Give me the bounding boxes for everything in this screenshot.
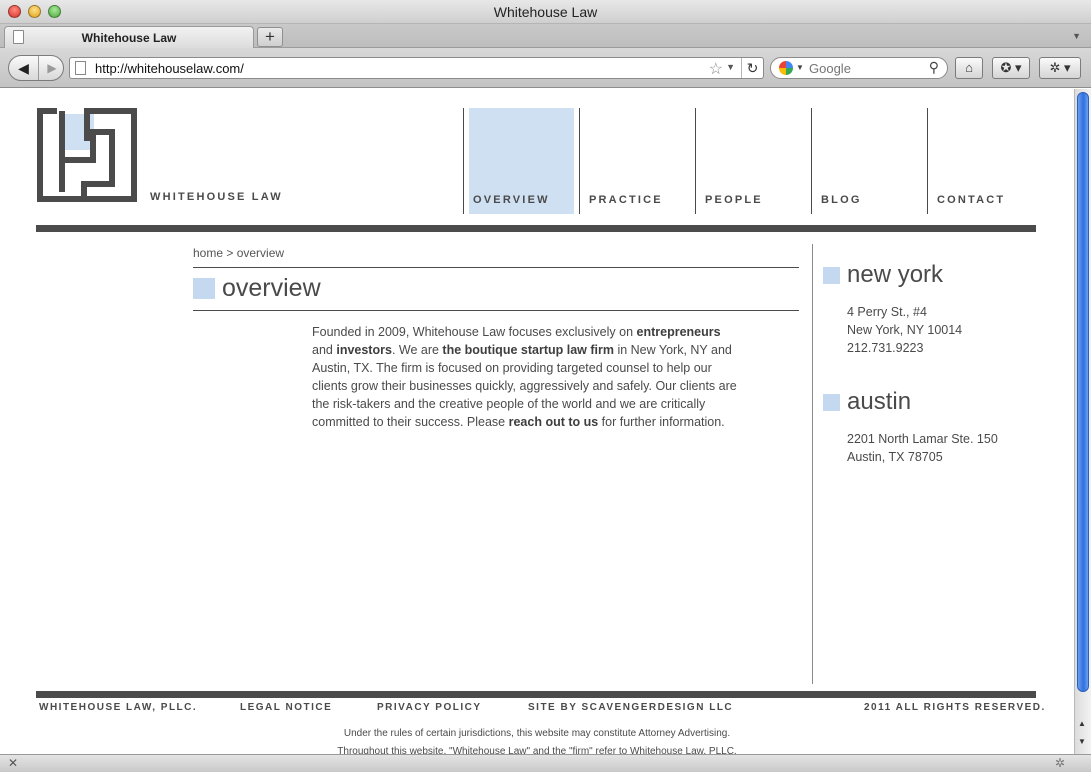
- vertical-scrollbar[interactable]: ▲ ▼: [1074, 89, 1091, 754]
- scroll-down-icon[interactable]: ▼: [1078, 737, 1086, 746]
- navigation-toolbar: ◀ ▶ http://whitehouselaw.com/ ☆ ▼ ↻ ▼ ⚲ …: [0, 48, 1091, 88]
- overview-paragraph: Founded in 2009, Whitehouse Law focuses …: [312, 323, 742, 431]
- page-icon: [75, 61, 86, 75]
- privacy-policy-link[interactable]: PRIVACY POLICY: [377, 702, 482, 713]
- scroll-up-icon[interactable]: ▲: [1078, 719, 1086, 728]
- close-icon[interactable]: ✕: [8, 756, 18, 770]
- breadcrumb[interactable]: home > overview: [193, 246, 284, 260]
- whitehouse-law-logo[interactable]: [37, 108, 137, 202]
- addon-status-icon[interactable]: ✲: [1055, 756, 1065, 770]
- office-square-icon: [823, 394, 840, 411]
- nav-overview[interactable]: OVERVIEW: [463, 108, 579, 214]
- tab-whitehouse-law[interactable]: Whitehouse Law: [4, 26, 254, 48]
- nav-blog[interactable]: BLOG: [811, 108, 927, 214]
- nav-label: PEOPLE: [705, 194, 763, 206]
- search-bar[interactable]: ▼ ⚲: [770, 57, 948, 79]
- search-input[interactable]: [807, 60, 917, 76]
- footer-company: WHITEHOUSE LAW, PLLC.: [39, 702, 198, 713]
- text-bold: investors: [336, 343, 392, 357]
- nav-contact[interactable]: CONTACT: [927, 108, 1037, 214]
- search-icon[interactable]: ⚲: [929, 59, 939, 76]
- nav-people[interactable]: PEOPLE: [695, 108, 811, 214]
- text: for further information.: [598, 415, 725, 429]
- footer-rights: 2011 ALL RIGHTS RESERVED.: [864, 702, 1046, 713]
- google-icon[interactable]: [779, 61, 793, 75]
- forward-icon[interactable]: ▶: [39, 56, 65, 80]
- nav-practice[interactable]: PRACTICE: [579, 108, 695, 214]
- text: . We are: [391, 343, 443, 357]
- reload-icon[interactable]: ↻: [741, 58, 763, 78]
- scrollbar-thumb[interactable]: [1077, 92, 1089, 692]
- office-address: 2201 North Lamar Ste. 150: [847, 432, 998, 446]
- new-tab-button[interactable]: +: [257, 27, 283, 47]
- office-address: 4 Perry St., #4: [847, 305, 927, 319]
- office-city: Austin, TX 78705: [847, 450, 943, 464]
- text-bold: the boutique startup law firm: [442, 343, 614, 357]
- nav-label: BLOG: [821, 194, 862, 206]
- tab-strip: Whitehouse Law + ▼: [0, 24, 1091, 48]
- header-divider: [36, 225, 1036, 232]
- office-square-icon: [823, 267, 840, 284]
- addon-icon[interactable]: ✲ ▾: [1039, 57, 1081, 79]
- office-name: austin: [847, 388, 912, 415]
- nav-label: CONTACT: [937, 194, 1006, 206]
- divider: [193, 310, 799, 311]
- window-title: Whitehouse Law: [493, 4, 598, 20]
- disclaimer-text: Under the rules of certain jurisdictions…: [343, 728, 731, 739]
- page-title: overview: [222, 274, 321, 302]
- sidebar-divider: [812, 244, 813, 684]
- status-bar: ✕ ✲: [0, 754, 1091, 772]
- reach-out-link[interactable]: reach out to us: [509, 415, 599, 429]
- office-city: New York, NY 10014: [847, 323, 963, 337]
- office-name: new york: [847, 261, 944, 288]
- divider: [193, 267, 799, 268]
- home-icon[interactable]: ⌂: [955, 57, 983, 79]
- legal-notice-link[interactable]: LEGAL NOTICE: [240, 702, 332, 713]
- star-icon[interactable]: ☆: [709, 59, 723, 79]
- tab-title: Whitehouse Law: [81, 31, 177, 45]
- nav-label: PRACTICE: [589, 194, 663, 206]
- text-bold: entrepreneurs: [636, 325, 721, 339]
- window-titlebar: Whitehouse Law: [0, 0, 1091, 24]
- text: and: [312, 343, 337, 357]
- search-engine-dropdown-icon[interactable]: ▼: [796, 63, 804, 72]
- url-text[interactable]: http://whitehouselaw.com/: [95, 61, 244, 76]
- text: Founded in 2009, Whitehouse Law focuses …: [312, 325, 637, 339]
- address-bar[interactable]: http://whitehouselaw.com/ ☆ ▼ ↻: [69, 57, 764, 79]
- heading-square-icon: [193, 278, 215, 299]
- footer-divider: [36, 691, 1036, 698]
- bookmark-icon[interactable]: ✪ ▾: [992, 57, 1030, 79]
- site-credit-link[interactable]: SITE BY SCAVENGERDESIGN LLC: [528, 702, 733, 713]
- office-phone: 212.731.9223: [847, 341, 924, 355]
- history-dropdown-icon[interactable]: ▼: [726, 62, 735, 72]
- logo-text[interactable]: WHITEHOUSE LAW: [150, 191, 283, 203]
- back-icon[interactable]: ◀: [9, 56, 39, 80]
- tab-list-icon[interactable]: ▼: [1072, 31, 1081, 41]
- back-forward-group: ◀ ▶: [8, 55, 64, 81]
- nav-label: OVERVIEW: [473, 194, 550, 206]
